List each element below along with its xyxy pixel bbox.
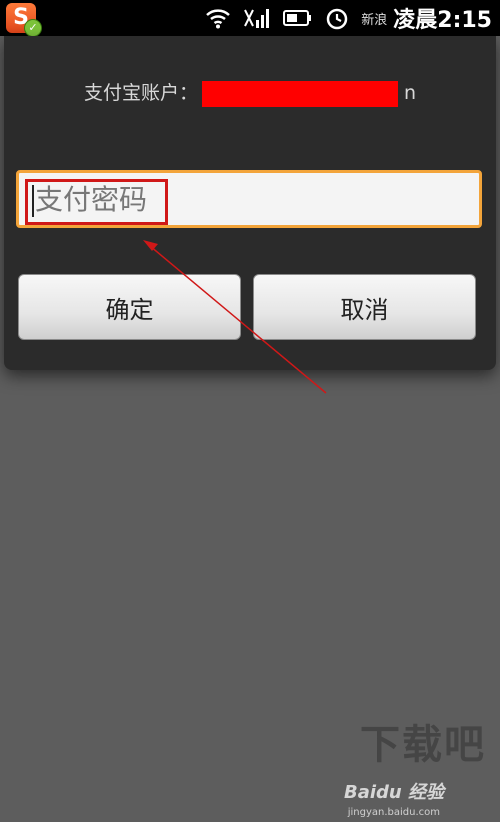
signal-no-sim-icon [244,9,270,28]
account-row: 支付宝账户： n [4,78,496,107]
redacted-account-bar [201,80,398,107]
baidu-url-watermark: jingyan.baidu.com [347,807,440,818]
battery-icon [283,10,312,26]
watermark-tag: 新浪 [361,12,388,28]
sogou-input-app-icon: S ✓ [6,3,42,37]
check-badge-icon: ✓ [24,19,42,37]
status-icons: 新浪 凌晨2:15 [205,0,492,36]
cancel-button[interactable]: 取消 [253,274,476,340]
wifi-icon [206,9,231,29]
password-field-container [16,170,482,228]
status-bar: S ✓ 新浪 凌晨2:15 [0,0,500,37]
baidu-jingyan-watermark: Baidu 经验 [343,782,444,803]
payment-password-dialog: 支付宝账户： n 确定 取消 [4,36,496,370]
account-tail: n [403,82,417,104]
alarm-clock-icon [327,8,348,30]
payment-password-input[interactable] [19,173,479,225]
site-watermark: 下载吧 [360,722,486,768]
account-label: 支付宝账户： [83,82,198,104]
status-clock: 凌晨2:15 [393,8,492,33]
confirm-button[interactable]: 确定 [18,274,241,340]
